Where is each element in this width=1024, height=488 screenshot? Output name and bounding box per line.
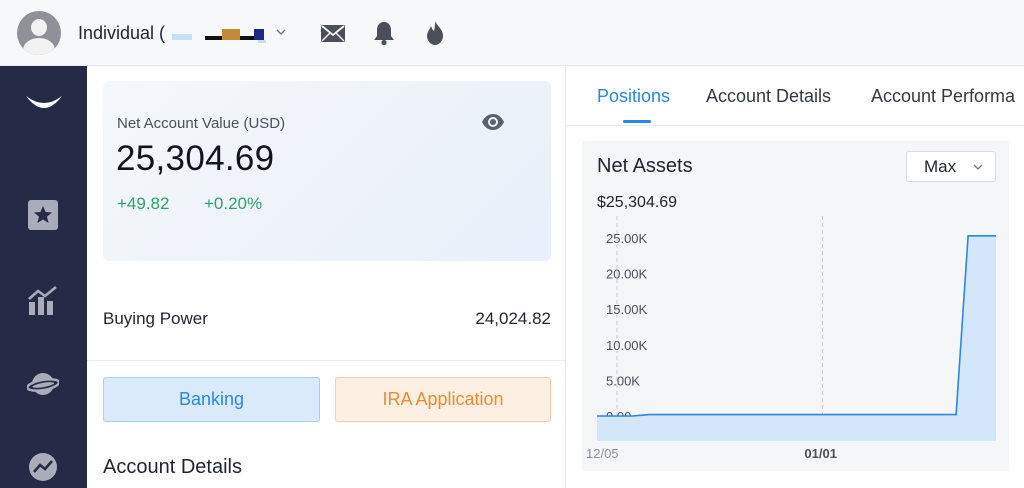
redacted-account-number — [172, 34, 192, 40]
avatar[interactable] — [17, 11, 61, 55]
banking-button[interactable]: Banking — [103, 377, 320, 422]
tab-account-performance[interactable]: Account Performa — [871, 86, 1015, 107]
chevron-down-icon — [973, 164, 983, 170]
redacted-account-number — [205, 36, 223, 40]
y-tick-label: 25.00K — [606, 231, 648, 246]
flame-icon[interactable] — [422, 20, 448, 46]
buying-power-value: 24,024.82 — [475, 309, 551, 328]
top-bar: Individual ( — [0, 0, 1024, 66]
buying-power-label: Buying Power — [103, 309, 208, 328]
tab-account-details[interactable]: Account Details — [706, 86, 831, 107]
net-assets-area — [597, 235, 996, 441]
redacted-account-number — [240, 36, 254, 40]
chart-bars-icon[interactable] — [27, 284, 59, 316]
y-tick-label: 20.00K — [606, 267, 648, 282]
eye-visibility-icon[interactable] — [481, 110, 505, 134]
redacted-account-number — [258, 40, 266, 43]
redacted-account-number — [222, 29, 240, 40]
chevron-down-icon[interactable] — [276, 26, 286, 40]
star-watchlist-icon[interactable] — [27, 199, 59, 231]
time-range-value: Max — [924, 156, 957, 176]
tab-positions[interactable]: Positions — [597, 86, 670, 107]
active-tab-indicator — [623, 120, 651, 123]
net-assets-line — [597, 235, 996, 417]
daily-change-amount: +49.82 — [117, 194, 170, 213]
account-details-heading: Account Details — [103, 456, 242, 478]
time-range-select[interactable]: Max — [906, 151, 996, 182]
account-summary-panel: Net Account Value (USD) 25,304.69 +49.82… — [87, 66, 565, 488]
net-account-value-label: Net Account Value (USD) — [117, 115, 286, 132]
avatar-body — [23, 38, 55, 55]
net-assets-chart-card: 25.00K20.00K15.00K10.00K5.00K0.00 12/050… — [582, 141, 1009, 471]
avatar-head — [31, 19, 47, 36]
planet-icon[interactable] — [27, 368, 59, 400]
x-tick-label: 01/01 — [804, 446, 837, 461]
mail-icon[interactable] — [320, 20, 346, 46]
bell-icon[interactable] — [371, 20, 397, 46]
logo-smile-icon[interactable] — [22, 88, 66, 118]
account-selector-label[interactable]: Individual ( — [78, 23, 165, 44]
divider — [87, 360, 565, 361]
chart-title: Net Assets — [597, 155, 693, 177]
y-tick-label: 10.00K — [606, 338, 648, 353]
chart-current-value: $25,304.69 — [597, 194, 678, 211]
positions-panel: Positions Account Details Account Perfor… — [565, 66, 1024, 488]
net-account-value: 25,304.69 — [116, 139, 275, 178]
net-assets-chart: 25.00K20.00K15.00K10.00K5.00K0.00 12/050… — [586, 216, 996, 461]
y-tick-label: 5.00K — [606, 373, 640, 388]
redacted-account-number — [254, 29, 264, 40]
y-tick-label: 15.00K — [606, 302, 648, 317]
daily-change-percent: +0.20% — [204, 194, 263, 213]
ira-application-button[interactable]: IRA Application — [335, 377, 551, 422]
sidebar — [0, 66, 87, 488]
chat-trend-icon[interactable] — [27, 451, 59, 483]
x-tick-label: 12/05 — [586, 446, 619, 461]
tab-bar: Positions Account Details Account Perfor… — [566, 66, 1024, 126]
